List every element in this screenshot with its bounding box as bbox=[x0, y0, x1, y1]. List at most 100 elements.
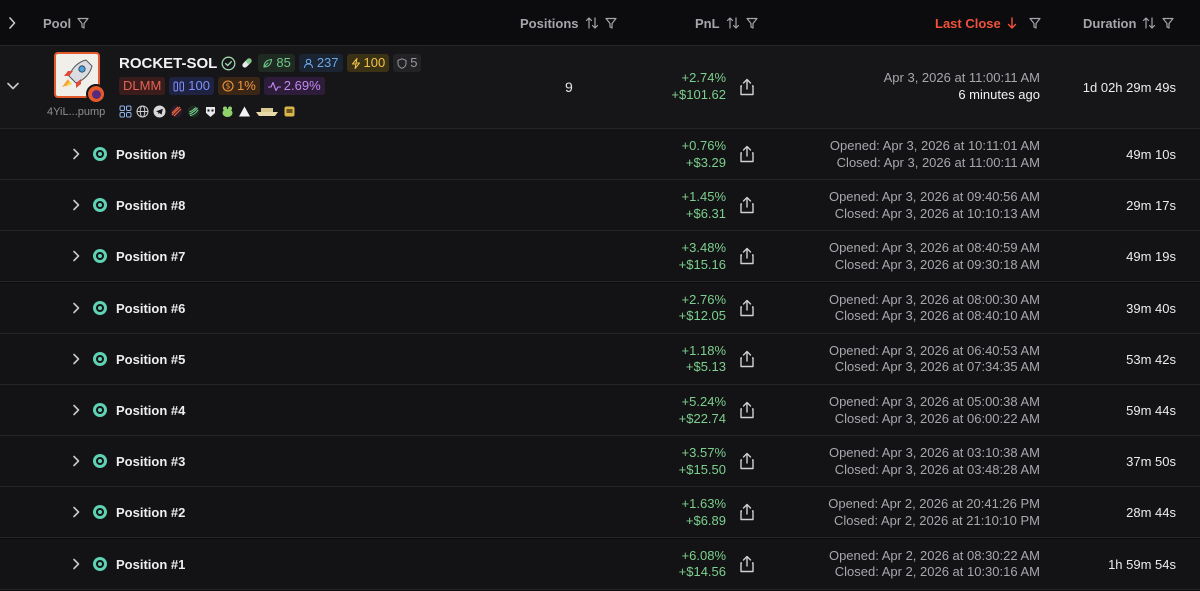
pnl-percent: +1.45% bbox=[681, 189, 726, 205]
chevron-right-icon[interactable] bbox=[71, 506, 81, 518]
pool-group-row[interactable]: 4YiL...pump ROCKET-SOL 85 237 100 5 DLMM bbox=[0, 46, 1200, 129]
duration-column-header[interactable]: Duration bbox=[1083, 0, 1175, 46]
position-times: Opened: Apr 3, 2026 at 08:40:59 AM Close… bbox=[829, 240, 1040, 273]
position-pnl: +0.76% +$3.29 bbox=[682, 138, 726, 171]
position-label[interactable]: Position #2 bbox=[116, 505, 185, 520]
fee-badge: $ 1% bbox=[217, 77, 260, 95]
table-row[interactable]: Position #1 +6.08% +$14.56 Opened: Apr 2… bbox=[0, 538, 1200, 590]
position-label[interactable]: Position #4 bbox=[116, 403, 185, 418]
chart-platform-icon[interactable] bbox=[187, 105, 200, 118]
position-label[interactable]: Position #3 bbox=[116, 454, 185, 469]
position-duration: 37m 50s bbox=[1126, 454, 1176, 470]
shield-icon bbox=[397, 57, 407, 69]
pnl-usd: +$5.13 bbox=[685, 359, 726, 375]
filter-icon[interactable] bbox=[77, 17, 89, 29]
position-status-icon bbox=[93, 556, 107, 571]
filter-icon[interactable] bbox=[604, 17, 617, 29]
position-times: Opened: Apr 3, 2026 at 03:10:38 AM Close… bbox=[829, 445, 1040, 478]
position-label[interactable]: Position #8 bbox=[116, 198, 185, 213]
pool-header-label: Pool bbox=[43, 15, 72, 31]
telegram-icon[interactable] bbox=[153, 105, 166, 118]
share-icon[interactable] bbox=[739, 78, 755, 96]
pool-column-header[interactable]: Pool bbox=[43, 0, 89, 46]
positions-count: 9 bbox=[565, 79, 573, 95]
position-pnl: +1.18% +$5.13 bbox=[682, 343, 726, 376]
triangle-platform-icon[interactable] bbox=[238, 105, 251, 118]
chevron-right-icon[interactable] bbox=[71, 404, 81, 416]
table-row[interactable]: Position #8 +1.45% +$6.31 Opened: Apr 3,… bbox=[0, 180, 1200, 232]
position-times: Opened: Apr 3, 2026 at 10:11:01 AM Close… bbox=[830, 138, 1040, 171]
position-label[interactable]: Position #7 bbox=[116, 249, 185, 264]
ship-platform-icon[interactable] bbox=[255, 105, 279, 118]
chevron-right-icon[interactable] bbox=[71, 455, 81, 467]
frog-platform-icon[interactable] bbox=[221, 105, 234, 118]
pnl-usd: +$12.05 bbox=[678, 308, 726, 324]
chevron-right-icon[interactable] bbox=[71, 250, 81, 262]
chevron-right-icon[interactable] bbox=[71, 148, 81, 160]
position-pnl: +2.76% +$12.05 bbox=[679, 292, 726, 325]
bot-platform-icon[interactable] bbox=[283, 105, 296, 118]
sort-icon[interactable] bbox=[726, 17, 740, 29]
chevron-right-icon[interactable] bbox=[71, 302, 81, 314]
expand-all-chevron-icon[interactable] bbox=[8, 17, 16, 29]
sort-icon[interactable] bbox=[585, 17, 599, 29]
pool-address[interactable]: 4YiL...pump bbox=[47, 106, 105, 118]
share-icon[interactable] bbox=[739, 247, 755, 265]
stripes-platform-icon[interactable] bbox=[170, 105, 183, 118]
table-row[interactable]: Position #6 +2.76% +$12.05 Opened: Apr 3… bbox=[0, 282, 1200, 334]
pnl-percent: +1.63% bbox=[681, 496, 726, 512]
chevron-right-icon[interactable] bbox=[71, 199, 81, 211]
position-duration: 49m 10s bbox=[1126, 147, 1176, 162]
pool-title-line: ROCKET-SOL 85 237 100 5 bbox=[119, 54, 422, 72]
token-avatar bbox=[54, 52, 106, 104]
position-status-icon bbox=[93, 351, 107, 366]
sort-icon[interactable] bbox=[1142, 17, 1156, 29]
positions-column-header[interactable]: Positions bbox=[520, 0, 617, 46]
share-icon[interactable] bbox=[739, 350, 755, 368]
table-row[interactable]: Position #4 +5.24% +$22.74 Opened: Apr 3… bbox=[0, 385, 1200, 436]
filter-icon[interactable] bbox=[1162, 17, 1175, 29]
position-label[interactable]: Position #6 bbox=[116, 301, 185, 316]
share-icon[interactable] bbox=[739, 401, 755, 419]
position-label[interactable]: Position #9 bbox=[116, 147, 185, 162]
share-icon[interactable] bbox=[739, 145, 755, 163]
sort-descending-icon[interactable] bbox=[1007, 17, 1017, 29]
position-pnl: +1.63% +$6.89 bbox=[682, 496, 726, 529]
share-icon[interactable] bbox=[739, 452, 755, 470]
table-row[interactable]: Position #2 +1.63% +$6.89 Opened: Apr 2,… bbox=[0, 487, 1200, 539]
table-row[interactable]: Position #9 +0.76% +$3.29 Opened: Apr 3,… bbox=[0, 129, 1200, 180]
apps-grid-icon[interactable] bbox=[119, 105, 132, 118]
pill-icon bbox=[240, 56, 254, 70]
position-label[interactable]: Position #5 bbox=[116, 352, 185, 367]
pnl-column-header[interactable]: PnL bbox=[695, 0, 758, 46]
globe-icon[interactable] bbox=[136, 105, 149, 118]
position-pnl: +5.24% +$22.74 bbox=[679, 394, 726, 427]
pnl-header-label: PnL bbox=[695, 15, 720, 31]
filter-icon[interactable] bbox=[1029, 17, 1041, 29]
position-status-icon bbox=[93, 300, 107, 315]
dollar-coin-icon: $ bbox=[222, 80, 234, 92]
share-icon[interactable] bbox=[739, 503, 755, 521]
position-status-icon bbox=[93, 198, 107, 213]
collapse-chevron-icon[interactable] bbox=[7, 82, 19, 90]
position-label[interactable]: Position #1 bbox=[116, 557, 185, 572]
share-icon[interactable] bbox=[739, 196, 755, 214]
closed-time: Closed: Apr 3, 2026 at 08:40:10 AM bbox=[834, 308, 1040, 324]
pool-name[interactable]: ROCKET-SOL bbox=[119, 55, 217, 72]
share-icon[interactable] bbox=[739, 555, 755, 573]
opened-time: Opened: Apr 3, 2026 at 08:00:30 AM bbox=[828, 291, 1040, 307]
share-icon[interactable] bbox=[739, 299, 755, 317]
pool-links bbox=[119, 105, 296, 118]
activity-icon bbox=[267, 81, 281, 92]
mask-platform-icon[interactable] bbox=[204, 105, 217, 118]
table-row[interactable]: Position #7 +3.48% +$15.16 Opened: Apr 3… bbox=[0, 231, 1200, 283]
chevron-right-icon[interactable] bbox=[71, 353, 81, 365]
pnl-percent: +6.08% bbox=[681, 547, 726, 563]
last-close-column-header[interactable]: Last Close bbox=[935, 0, 1041, 46]
chevron-right-icon[interactable] bbox=[71, 558, 81, 570]
table-row[interactable]: Position #5 +1.18% +$5.13 Opened: Apr 3,… bbox=[0, 333, 1200, 385]
closed-time: Closed: Apr 3, 2026 at 09:30:18 AM bbox=[834, 256, 1040, 272]
table-row[interactable]: Position #3 +3.57% +$15.50 Opened: Apr 3… bbox=[0, 436, 1200, 488]
filter-icon[interactable] bbox=[745, 17, 758, 29]
position-pnl: +3.48% +$15.16 bbox=[679, 240, 726, 273]
